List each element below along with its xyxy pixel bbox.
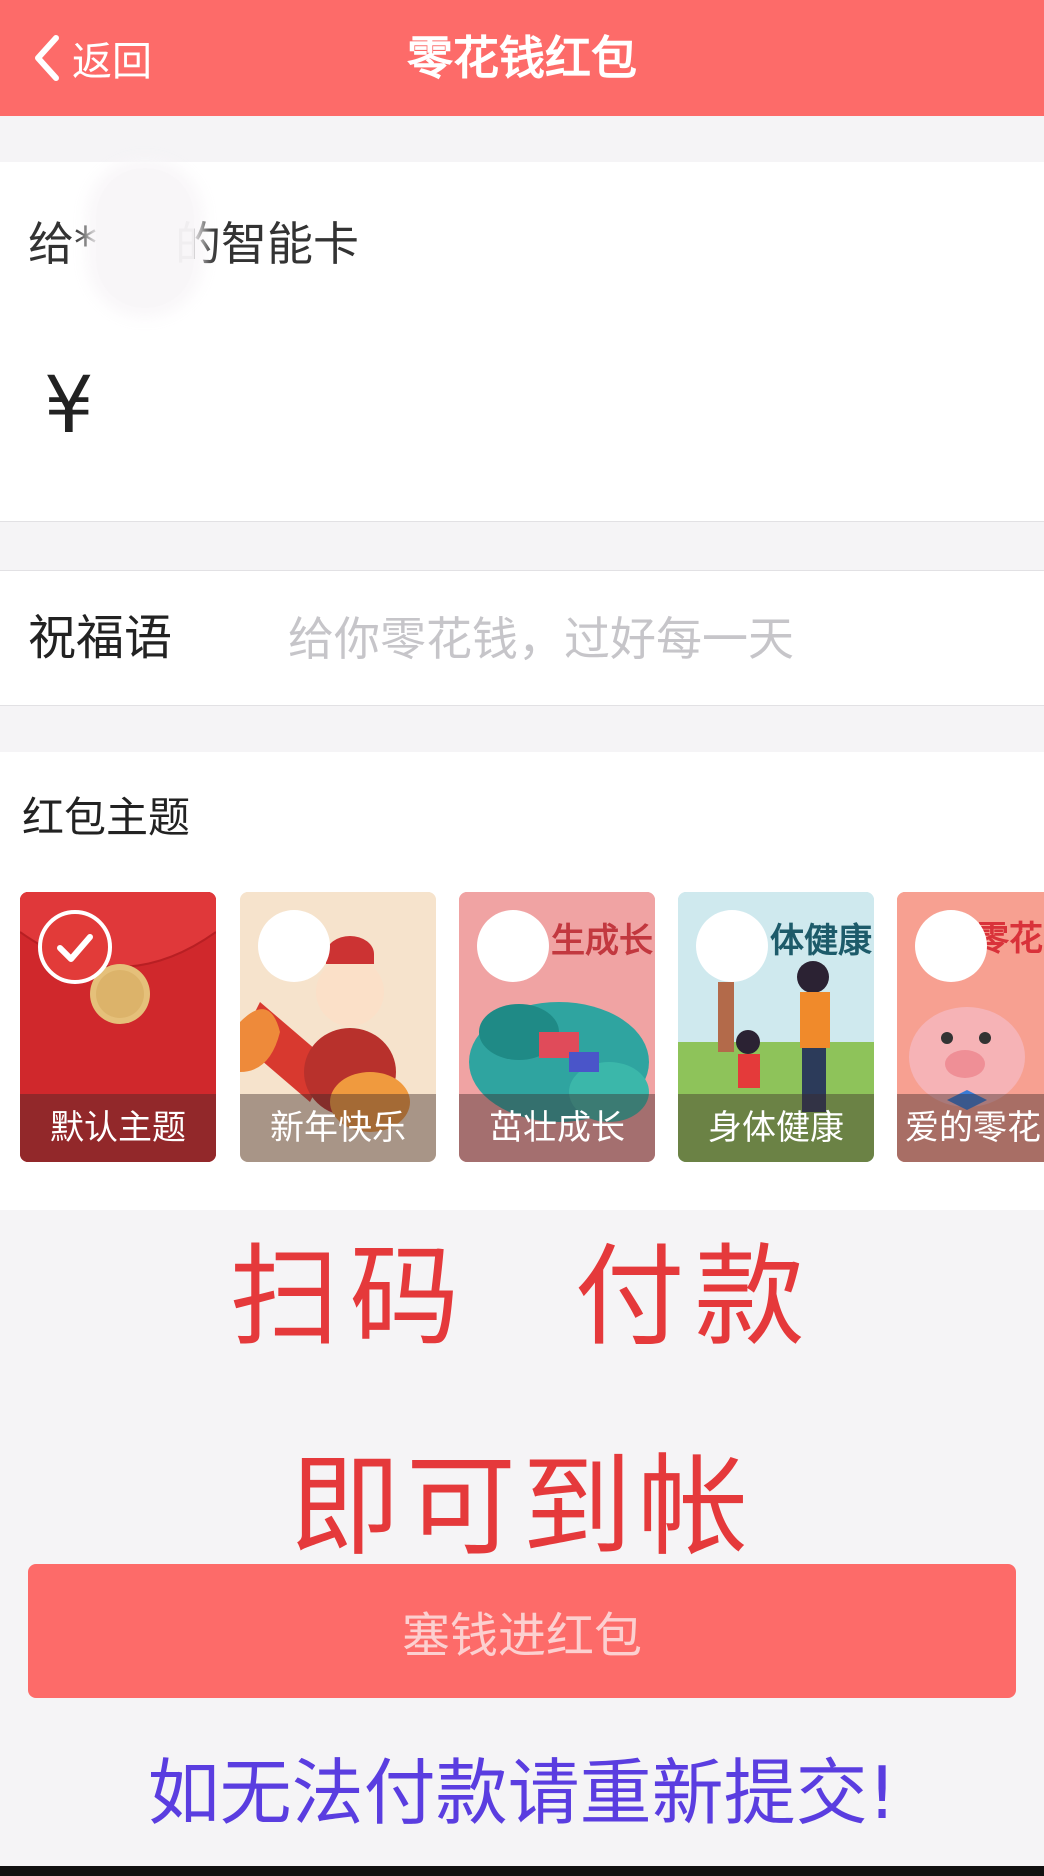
theme-card-love[interactable]: 零花 爱的零花 <box>897 892 1044 1162</box>
currency-symbol: ¥ <box>44 361 94 451</box>
promo-text-arrival: 即可到帐 <box>290 1443 754 1571</box>
blessing-row: 祝福语 <box>0 570 1044 706</box>
theme-select-circle <box>477 910 549 982</box>
theme-section-title: 红包主题 <box>22 793 191 842</box>
theme-card-growing[interactable]: 生成长 茁壮成长 <box>459 892 655 1162</box>
theme-selected-check <box>38 910 112 984</box>
theme-card-health[interactable]: 体健康 身体健康 <box>678 892 874 1162</box>
theme-label: 默认主题 <box>20 1094 216 1162</box>
recipient-prefix: 给* <box>28 217 97 271</box>
back-button[interactable]: 返回 <box>30 26 152 90</box>
theme-label: 新年快乐 <box>240 1094 436 1162</box>
recipient-suffix: 的智能卡 <box>175 217 359 271</box>
theme-label: 爱的零花 <box>897 1094 1044 1162</box>
blessing-label: 祝福语 <box>28 610 173 666</box>
nav-bar <box>0 0 1044 116</box>
back-label: 返回 <box>72 39 152 85</box>
svg-text:生成长: 生成长 <box>551 921 653 961</box>
theme-card-default[interactable]: 默认主题 <box>20 892 216 1162</box>
svg-text:体健康: 体健康 <box>770 921 872 961</box>
promo-text-scan-pay: 扫码 付款 <box>229 1233 815 1361</box>
amount-input[interactable] <box>130 350 994 462</box>
chevron-left-icon <box>35 35 59 81</box>
submit-red-envelope-button[interactable]: 塞钱进红包 <box>28 1564 1016 1698</box>
theme-card-new-year[interactable]: 新年快乐 <box>240 892 436 1162</box>
blessing-input[interactable] <box>286 595 1010 683</box>
resubmit-notice: 如无法付款请重新提交! <box>147 1751 897 1835</box>
theme-label: 身体健康 <box>678 1094 874 1162</box>
theme-select-circle <box>258 910 330 982</box>
redaction-blur <box>96 168 194 308</box>
theme-select-circle <box>696 910 768 982</box>
bottom-edge <box>0 1866 1044 1876</box>
theme-label: 茁壮成长 <box>459 1094 655 1162</box>
check-icon <box>57 934 93 962</box>
theme-select-circle <box>915 910 987 982</box>
